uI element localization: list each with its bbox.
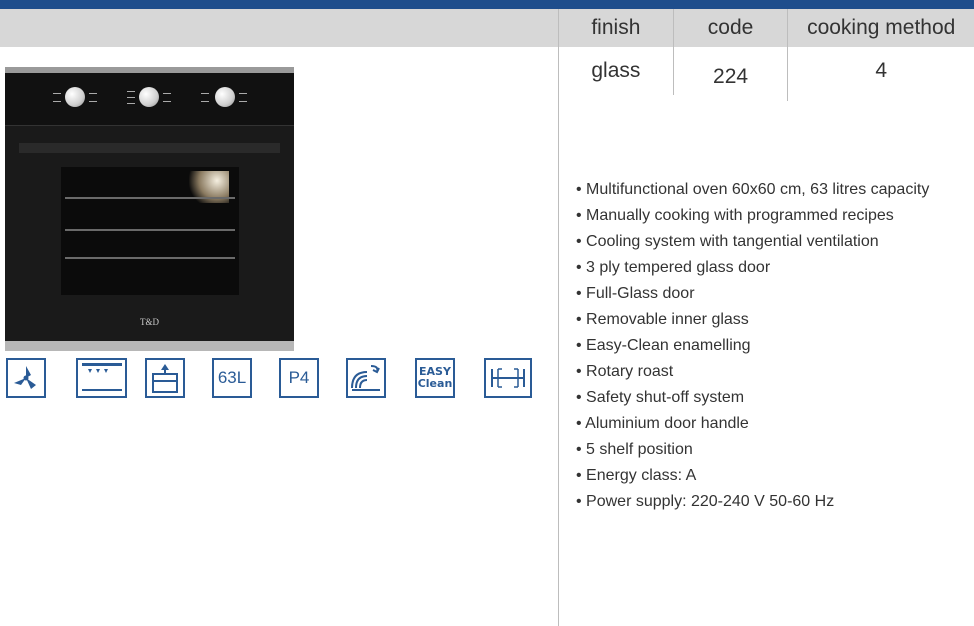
oven-rack (65, 257, 235, 259)
shelf-icon (145, 358, 185, 398)
easy-clean-label: EASY Clean (418, 366, 453, 390)
feature-item: Safety shut-off system (576, 385, 929, 411)
tick-mark (127, 97, 135, 98)
spec-table: finish code cooking method glass 224 4 (559, 9, 974, 101)
header-code: code (674, 9, 789, 47)
easy-clean-line2: Clean (417, 377, 453, 390)
easy-clean-icon: EASY Clean (415, 358, 455, 398)
feature-item: 3 ply tempered glass door (576, 255, 929, 281)
oven-door-handle (19, 143, 280, 153)
oven-bottom-trim (5, 341, 294, 351)
tick-mark (163, 101, 171, 102)
oven-door-window (61, 167, 239, 295)
programs-icon: P4 (279, 358, 319, 398)
top-heating-glyph (81, 363, 122, 391)
feature-item: Manually cooking with programmed recipes (576, 203, 929, 229)
feature-item: Removable inner glass (576, 307, 929, 333)
oven-brand-logo: T&D (140, 317, 159, 327)
tick-mark (163, 93, 171, 94)
spec-table-row: glass 224 4 (559, 47, 974, 101)
dimensions-icon (484, 358, 532, 398)
oven-product-image: T&D (5, 67, 294, 351)
feature-item: Cooling system with tangential ventilati… (576, 229, 929, 255)
feature-item: Power supply: 220-240 V 50-60 Hz (576, 489, 929, 515)
ventilation-glyph (351, 365, 380, 391)
tick-mark (89, 101, 97, 102)
tick-mark (53, 93, 61, 94)
column-divider (558, 9, 559, 626)
feature-item: Full-Glass door (576, 281, 929, 307)
feature-item: Multifunctional oven 60x60 cm, 63 litres… (576, 177, 929, 203)
feature-item: Rotary roast (576, 359, 929, 385)
feature-list: Multifunctional oven 60x60 cm, 63 litres… (576, 177, 929, 515)
header-cooking-method: cooking method (807, 16, 956, 39)
header-finish: finish (559, 9, 674, 47)
knob-icon (65, 87, 85, 107)
top-accent-bar (0, 0, 974, 9)
capacity-icon: 63L (212, 358, 252, 398)
tick-mark (201, 101, 209, 102)
feature-item: Energy class: A (576, 463, 929, 489)
value-code: 224 (674, 47, 789, 101)
shelf-glyph (152, 364, 178, 393)
tick-mark (239, 93, 247, 94)
tick-mark (239, 101, 247, 102)
tick-mark (89, 93, 97, 94)
tick-mark (127, 91, 135, 92)
top-heating-icon (76, 358, 127, 398)
header-gray-band (0, 9, 560, 47)
value-cooking-method: 4 (875, 59, 888, 82)
feature-item: Aluminium door handle (576, 411, 929, 437)
oven-rack (65, 197, 235, 199)
feature-item: 5 shelf position (576, 437, 929, 463)
spec-table-header: finish code cooking method (559, 9, 974, 47)
knob-icon (215, 87, 235, 107)
ventilation-icon (346, 358, 386, 398)
dimensions-glyph (491, 368, 525, 388)
oven-rack (65, 229, 235, 231)
knob-icon (139, 87, 159, 107)
tick-mark (201, 93, 209, 94)
fan-icon (6, 358, 46, 398)
tick-mark (127, 103, 135, 104)
oven-control-panel (5, 73, 294, 126)
value-finish: glass (559, 47, 674, 95)
fan-glyph (14, 366, 36, 389)
feature-item: Easy-Clean enamelling (576, 333, 929, 359)
tick-mark (53, 101, 61, 102)
